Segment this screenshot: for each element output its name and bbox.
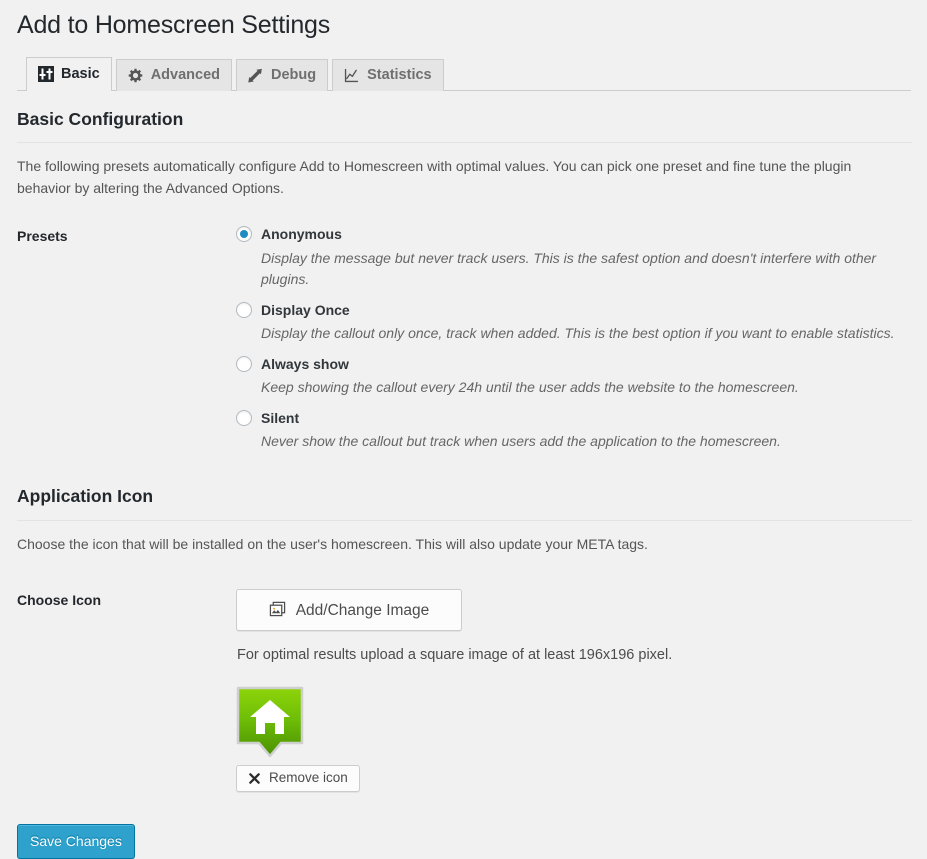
basic-configuration-heading: Basic Configuration bbox=[17, 108, 184, 129]
submit-area: Save Changes bbox=[16, 802, 911, 859]
choose-icon-cell: Add/Change Image For optimal results upl… bbox=[236, 575, 911, 801]
preset-option-always-show[interactable]: Always show bbox=[236, 355, 901, 373]
presets-form-table: Presets Anonymous Display the message bu… bbox=[16, 211, 911, 462]
preset-radio-display-once[interactable] bbox=[236, 301, 252, 318]
sliders-icon bbox=[37, 66, 54, 83]
presets-radio-group: Anonymous Display the message but never … bbox=[236, 225, 901, 452]
preset-description-always-show: Keep showing the callout every 24h until… bbox=[261, 378, 799, 395]
preset-radio-always-show[interactable] bbox=[236, 355, 252, 372]
remove-icon-button[interactable]: Remove icon bbox=[236, 764, 360, 792]
preset-label-always-show: Always show bbox=[261, 355, 349, 372]
choose-icon-label: Choose Icon bbox=[17, 592, 102, 609]
application-icon-heading: Application Icon bbox=[17, 486, 154, 507]
line-chart-icon bbox=[343, 67, 360, 84]
icon-help-text: For optimal results upload a square imag… bbox=[237, 647, 673, 664]
preset-radio-anonymous[interactable] bbox=[236, 226, 252, 243]
gear-icon bbox=[127, 67, 144, 84]
preset-option-display-once[interactable]: Display Once bbox=[236, 301, 901, 319]
save-changes-button[interactable]: Save Changes bbox=[17, 823, 135, 859]
presets-label: Presets bbox=[17, 228, 68, 245]
preset-label-silent: Silent bbox=[261, 409, 300, 426]
settings-page: Add to Homescreen Settings Basic Advance… bbox=[0, 0, 927, 859]
preset-option-silent[interactable]: Silent bbox=[236, 409, 901, 427]
settings-tab-bar: Basic Advanced Debug Statistics bbox=[17, 54, 911, 91]
icon-preview-wrapper bbox=[236, 684, 306, 758]
tab-basic[interactable]: Basic bbox=[26, 56, 112, 91]
tab-debug-label: Debug bbox=[271, 66, 317, 83]
remove-icon-label: Remove icon bbox=[269, 770, 348, 786]
add-change-image-button[interactable]: Add/Change Image bbox=[236, 589, 462, 632]
tab-statistics[interactable]: Statistics bbox=[332, 58, 444, 91]
gallery-icon bbox=[269, 600, 286, 621]
tab-debug[interactable]: Debug bbox=[236, 58, 329, 91]
preset-label-display-once: Display Once bbox=[261, 301, 350, 318]
preset-description-silent: Never show the callout but track when us… bbox=[261, 433, 781, 450]
tab-advanced[interactable]: Advanced bbox=[115, 58, 233, 91]
close-icon bbox=[248, 772, 261, 785]
page-title: Add to Homescreen Settings bbox=[17, 11, 331, 39]
application-icon-description: Choose the icon that will be installed o… bbox=[17, 535, 648, 552]
add-change-image-label: Add/Change Image bbox=[295, 601, 430, 619]
tab-basic-label: Basic bbox=[61, 65, 100, 82]
tab-advanced-label: Advanced bbox=[150, 66, 221, 83]
choose-icon-form-table: Choose Icon Add/Change Image For optimal… bbox=[16, 575, 911, 801]
preset-radio-silent[interactable] bbox=[236, 410, 252, 427]
green-home-callout-icon bbox=[236, 684, 304, 758]
presets-options-cell: Anonymous Display the message but never … bbox=[236, 211, 911, 462]
preset-description-display-once: Display the callout only once, track whe… bbox=[261, 324, 895, 341]
preset-label-anonymous: Anonymous bbox=[261, 226, 342, 243]
preset-description-anonymous: Display the message but never track user… bbox=[261, 249, 877, 287]
presets-row: Presets Anonymous Display the message bu… bbox=[16, 211, 911, 462]
preset-option-anonymous[interactable]: Anonymous bbox=[236, 225, 901, 243]
tab-statistics-label: Statistics bbox=[367, 66, 432, 83]
choose-icon-row: Choose Icon Add/Change Image For optimal… bbox=[16, 575, 911, 801]
hammer-icon bbox=[247, 67, 264, 84]
basic-configuration-description: The following presets automatically conf… bbox=[17, 158, 852, 196]
